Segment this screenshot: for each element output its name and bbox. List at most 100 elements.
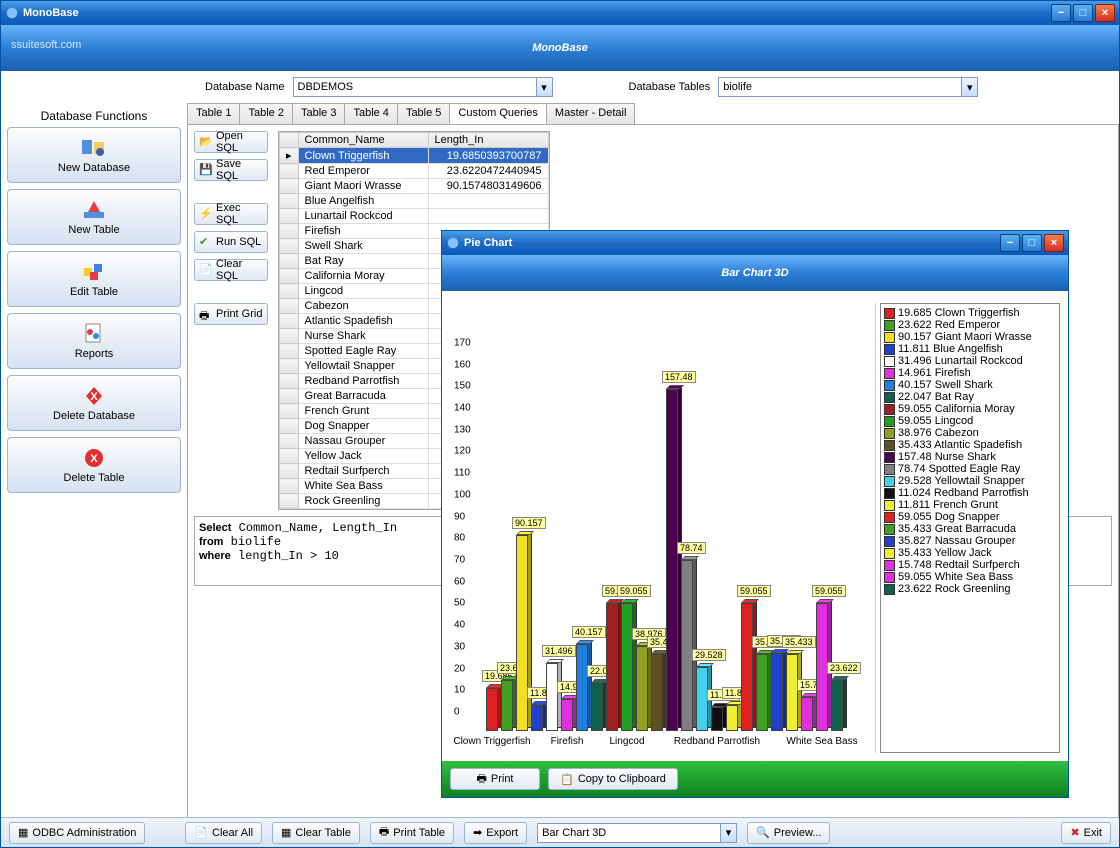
- table-row[interactable]: Blue Angelfish: [280, 194, 549, 209]
- sidebar-delete-table-button[interactable]: XDelete Table: [7, 437, 181, 493]
- legend-label: 38.976 Cabezon: [898, 427, 979, 439]
- chart-close-button[interactable]: ×: [1044, 234, 1064, 252]
- legend-swatch: [884, 464, 895, 475]
- table-row[interactable]: ▸Clown Triggerfish19.6850393700787: [280, 148, 549, 164]
- x-tick: Firefish: [551, 736, 584, 747]
- sidebar-item-label: Reports: [75, 348, 114, 360]
- tab-master---detail[interactable]: Master - Detail: [546, 103, 636, 124]
- legend-label: 23.622 Red Emperor: [898, 319, 1000, 331]
- x-tick: Lingcod: [609, 736, 644, 747]
- cell-length: [428, 194, 548, 209]
- row-marker: [280, 404, 299, 419]
- tab-table-2[interactable]: Table 2: [239, 103, 292, 124]
- y-tick: 30: [454, 641, 478, 652]
- legend-item: 23.622 Rock Greenling: [884, 583, 1056, 595]
- row-marker: [280, 209, 299, 224]
- run-sql-button[interactable]: ✔Run SQL: [194, 231, 268, 253]
- chart-type-input[interactable]: [538, 824, 720, 842]
- table-row[interactable]: Lunartail Rockcod: [280, 209, 549, 224]
- db-tables-combo[interactable]: ▾: [718, 77, 978, 97]
- clear-all-button[interactable]: 📄Clear All: [185, 822, 262, 844]
- save-sql-button[interactable]: 💾Save SQL: [194, 159, 268, 181]
- odbc-admin-button[interactable]: ▦ODBC Administration: [9, 822, 145, 844]
- legend-item: 35.433 Great Barracuda: [884, 523, 1056, 535]
- legend-item: 11.811 Blue Angelfish: [884, 343, 1056, 355]
- print-table-button[interactable]: 🖶Print Table: [370, 822, 454, 844]
- dropdown-icon[interactable]: ▾: [536, 78, 552, 96]
- table-row[interactable]: Giant Maori Wrasse90.1574803149606: [280, 179, 549, 194]
- row-marker: [280, 374, 299, 389]
- db-tables-input[interactable]: [719, 78, 961, 96]
- db-name-combo[interactable]: ▾: [293, 77, 553, 97]
- bar-value-label: 90.157: [512, 517, 546, 529]
- db-selector-row: Database Name ▾ Database Tables ▾: [1, 71, 1119, 103]
- db-name-input[interactable]: [294, 78, 536, 96]
- svg-text:X: X: [90, 453, 98, 465]
- sidebar-icon: [80, 260, 108, 284]
- legend-item: 35.433 Yellow Jack: [884, 547, 1056, 559]
- open-sql-button[interactable]: 📂Open SQL: [194, 131, 268, 153]
- legend-item: 59.055 Lingcod: [884, 415, 1056, 427]
- sidebar-reports-button[interactable]: Reports: [7, 313, 181, 369]
- clear-table-button[interactable]: ▦Clear Table: [272, 822, 360, 844]
- tab-table-5[interactable]: Table 5: [397, 103, 450, 124]
- legend-label: 19.685 Clown Triggerfish: [898, 307, 1020, 319]
- legend-label: 35.433 Atlantic Spadefish: [898, 439, 1022, 451]
- sidebar-icon: X: [80, 446, 108, 470]
- maximize-button[interactable]: □: [1073, 4, 1093, 22]
- chart-type-combo[interactable]: ▾: [537, 823, 737, 843]
- exit-button[interactable]: ✖Exit: [1061, 822, 1111, 844]
- x-icon: ✖: [1070, 826, 1079, 839]
- chart-print-button[interactable]: 🖶Print: [450, 768, 540, 790]
- sidebar-new-table-button[interactable]: New Table: [7, 189, 181, 245]
- legend-swatch: [884, 536, 895, 547]
- sidebar-edit-table-button[interactable]: Edit Table: [7, 251, 181, 307]
- dropdown-icon[interactable]: ▾: [720, 824, 736, 842]
- svg-text:X: X: [90, 391, 98, 403]
- bar-value-label: 23.622: [827, 662, 861, 674]
- tab-table-4[interactable]: Table 4: [344, 103, 397, 124]
- chart-titlebar[interactable]: Pie Chart − □ ×: [442, 231, 1068, 255]
- legend-item: 35.433 Atlantic Spadefish: [884, 439, 1056, 451]
- dropdown-icon[interactable]: ▾: [961, 78, 977, 96]
- copy-clipboard-button[interactable]: 📋Copy to Clipboard: [548, 768, 678, 790]
- y-tick: 150: [454, 381, 478, 392]
- x-tick: Redband Parrotfish: [674, 736, 760, 747]
- legend-swatch: [884, 488, 895, 499]
- clear-sql-button[interactable]: 📄Clear SQL: [194, 259, 268, 281]
- close-button[interactable]: ×: [1095, 4, 1115, 22]
- exec-sql-button[interactable]: ⚡Exec SQL: [194, 203, 268, 225]
- row-marker: [280, 329, 299, 344]
- magnifier-icon: 🔍: [756, 826, 770, 839]
- sidebar-new-database-button[interactable]: New Database: [7, 127, 181, 183]
- chart-minimize-button[interactable]: −: [1000, 234, 1020, 252]
- main-titlebar: MonoBase − □ ×: [1, 1, 1119, 25]
- legend-label: 59.055 Dog Snapper: [898, 511, 1000, 523]
- minimize-button[interactable]: −: [1051, 4, 1071, 22]
- printer-icon: 🖶: [199, 307, 213, 321]
- print-grid-button[interactable]: 🖶Print Grid: [194, 303, 268, 325]
- bar-value-label: 31.496: [542, 645, 576, 657]
- tab-custom-queries[interactable]: Custom Queries: [449, 103, 546, 124]
- window-title: MonoBase: [23, 7, 1051, 19]
- cell-name: Yellow Jack: [298, 449, 428, 464]
- column-header[interactable]: Common_Name: [298, 133, 428, 148]
- tab-strip: Table 1Table 2Table 3Table 4Table 5Custo…: [187, 103, 1119, 125]
- printer-icon: 🖶: [379, 823, 389, 842]
- chart-maximize-button[interactable]: □: [1022, 234, 1042, 252]
- sql-button-column: 📂Open SQL 💾Save SQL ⚡Exec SQL ✔Run SQL 📄…: [194, 131, 268, 510]
- export-button[interactable]: ➡Export: [464, 822, 527, 844]
- table-row[interactable]: Red Emperor23.6220472440945: [280, 164, 549, 179]
- row-marker: [280, 254, 299, 269]
- tab-table-1[interactable]: Table 1: [187, 103, 240, 124]
- sidebar-delete-database-button[interactable]: XDelete Database: [7, 375, 181, 431]
- legend-label: 14.961 Firefish: [898, 367, 971, 379]
- tab-table-3[interactable]: Table 3: [292, 103, 345, 124]
- bar-value-label: 59.055: [617, 585, 651, 597]
- preview-button[interactable]: 🔍Preview...: [747, 822, 830, 844]
- legend-item: 11.024 Redband Parrotfish: [884, 487, 1056, 499]
- legend-swatch: [884, 380, 895, 391]
- legend-label: 59.055 White Sea Bass: [898, 571, 1013, 583]
- column-header[interactable]: Length_In: [428, 133, 548, 148]
- cell-name: Redtail Surfperch: [298, 464, 428, 479]
